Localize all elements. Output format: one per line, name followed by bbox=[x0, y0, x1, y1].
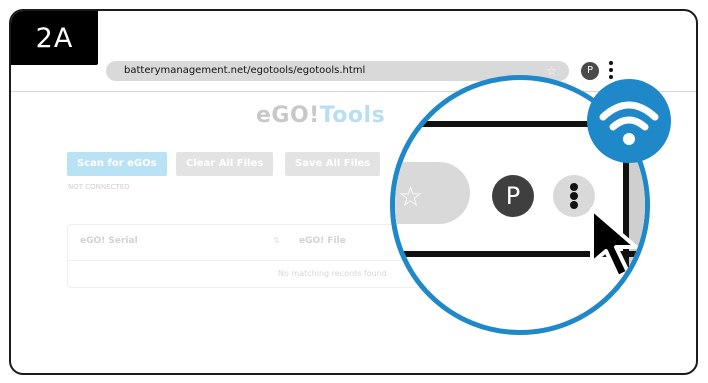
column-header-file[interactable]: eGO! File bbox=[299, 236, 346, 246]
connection-status: NOT CONNECTED bbox=[68, 183, 130, 191]
app-title-accent: Tools bbox=[319, 103, 386, 128]
wifi-icon bbox=[587, 79, 671, 163]
address-url: batterymanagement.net/egotools/egotools.… bbox=[124, 65, 366, 76]
column-header-serial[interactable]: eGO! Serial bbox=[80, 236, 138, 246]
magnified-profile-avatar: P bbox=[492, 175, 534, 217]
magnified-star-icon: ☆ bbox=[398, 180, 424, 213]
empty-message: No matching records found bbox=[278, 269, 387, 278]
sort-icon[interactable]: ⇅ bbox=[273, 236, 280, 245]
app-title: eGO!Tools bbox=[256, 103, 385, 128]
profile-avatar[interactable]: P bbox=[581, 62, 599, 80]
save-all-files-button[interactable]: Save All Files bbox=[285, 152, 381, 176]
step-label: 2A bbox=[11, 11, 98, 65]
app-title-main: eGO! bbox=[256, 103, 320, 128]
wifi-glyph bbox=[599, 101, 659, 145]
scan-button[interactable]: Scan for eGOs bbox=[67, 152, 167, 176]
clear-all-files-button[interactable]: Clear All Files bbox=[176, 152, 274, 176]
mouse-cursor-icon bbox=[590, 207, 638, 279]
